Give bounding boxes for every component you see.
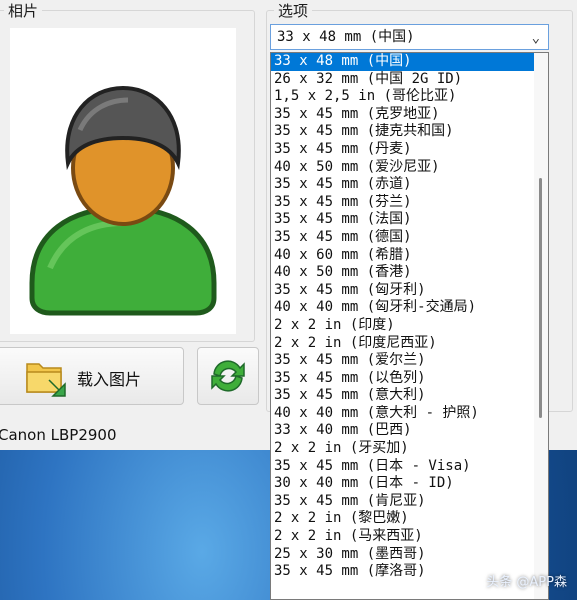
dropdown-option[interactable]: 40 x 50 mm (香港) [271, 264, 548, 282]
load-image-button[interactable]: 载入图片 [0, 347, 184, 405]
dropdown-option[interactable]: 40 x 40 mm (意大利 - 护照) [271, 405, 548, 423]
dropdown-option[interactable]: 33 x 40 mm (巴西) [271, 422, 548, 440]
dropdown-option[interactable]: 35 x 45 mm (肯尼亚) [271, 493, 548, 511]
dropdown-option[interactable]: 35 x 45 mm (芬兰) [271, 194, 548, 212]
dropdown-option[interactable]: 25 x 30 mm (墨西哥) [271, 546, 548, 564]
dropdown-option[interactable]: 26 x 32 mm (中国 2G ID) [271, 71, 548, 89]
dropdown-option[interactable]: 30 x 40 mm (日本 - ID) [271, 475, 548, 493]
photo-group-label: 相片 [4, 0, 43, 21]
dropdown-option[interactable]: 35 x 45 mm (法国) [271, 211, 548, 229]
dropdown-option[interactable]: 35 x 45 mm (捷克共和国) [271, 123, 548, 141]
dropdown-option[interactable]: 1,5 x 2,5 in (哥伦比亚) [271, 88, 548, 106]
dropdown-option[interactable]: 40 x 50 mm (爱沙尼亚) [271, 159, 548, 177]
dropdown-option[interactable]: 35 x 45 mm (德国) [271, 229, 548, 247]
dropdown-scrollbar[interactable] [534, 53, 548, 599]
dropdown-option[interactable]: 2 x 2 in (印度) [271, 317, 548, 335]
dropdown-option[interactable]: 2 x 2 in (印度尼西亚) [271, 335, 548, 353]
select-current-value: 33 x 48 mm (中国) [277, 29, 415, 45]
dropdown-option[interactable]: 2 x 2 in (马来西亚) [271, 528, 548, 546]
photo-size-dropdown-list[interactable]: 33 x 48 mm (中国) 26 x 32 mm (中国 2G ID) 1,5 … [270, 52, 549, 600]
dropdown-option[interactable]: 40 x 60 mm (希腊) [271, 247, 548, 265]
refresh-button[interactable] [197, 347, 259, 405]
dropdown-option[interactable]: 35 x 45 mm (意大利) [271, 387, 548, 405]
dropdown-option[interactable]: 40 x 40 mm (匈牙利-交通局) [271, 299, 548, 317]
dropdown-option[interactable]: 35 x 45 mm (爱尔兰) [271, 352, 548, 370]
photo-size-select[interactable]: 33 x 48 mm (中国) ⌄ [270, 24, 549, 50]
dropdown-option[interactable]: 35 x 45 mm (赤道) [271, 176, 548, 194]
dropdown-option[interactable]: 2 x 2 in (黎巴嫩) [271, 510, 548, 528]
dropdown-option[interactable]: 35 x 45 mm (丹麦) [271, 141, 548, 159]
watermark-text: 头条 @APP森 [486, 575, 567, 590]
dropdown-option[interactable]: 35 x 45 mm (克罗地亚) [271, 106, 548, 124]
dropdown-option[interactable]: 35 x 45 mm (以色列) [271, 370, 548, 388]
photo-preview [10, 28, 236, 334]
person-silhouette-icon [29, 85, 217, 316]
dropdown-option[interactable]: 35 x 45 mm (日本 - Visa) [271, 458, 548, 476]
chevron-down-icon[interactable]: ⌄ [532, 26, 540, 50]
printer-name: Canon LBP2900 [0, 426, 117, 444]
options-group-label: 选项 [274, 0, 313, 21]
folder-arrow-icon [26, 363, 66, 397]
dropdown-option[interactable]: 35 x 45 mm (匈牙利) [271, 282, 548, 300]
scrollbar-thumb[interactable] [539, 178, 542, 418]
refresh-arrows-icon [211, 360, 245, 392]
dropdown-option[interactable]: 2 x 2 in (牙买加) [271, 440, 548, 458]
load-image-label: 载入图片 [77, 370, 142, 389]
dropdown-option[interactable]: 33 x 48 mm (中国) [271, 53, 548, 71]
